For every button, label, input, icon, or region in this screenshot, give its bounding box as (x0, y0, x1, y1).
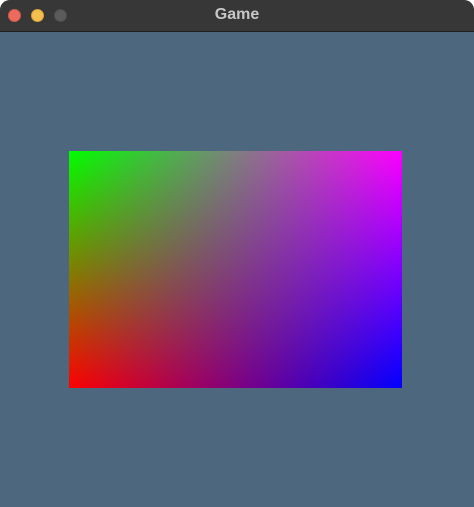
title-bar[interactable]: Game (0, 0, 474, 32)
game-window: Game (0, 0, 474, 507)
gradient-quad (69, 151, 402, 388)
render-canvas[interactable] (0, 32, 474, 507)
window-title: Game (214, 6, 260, 23)
gradient-quad-svg (69, 151, 402, 388)
quad-bottom-layer (69, 151, 402, 388)
